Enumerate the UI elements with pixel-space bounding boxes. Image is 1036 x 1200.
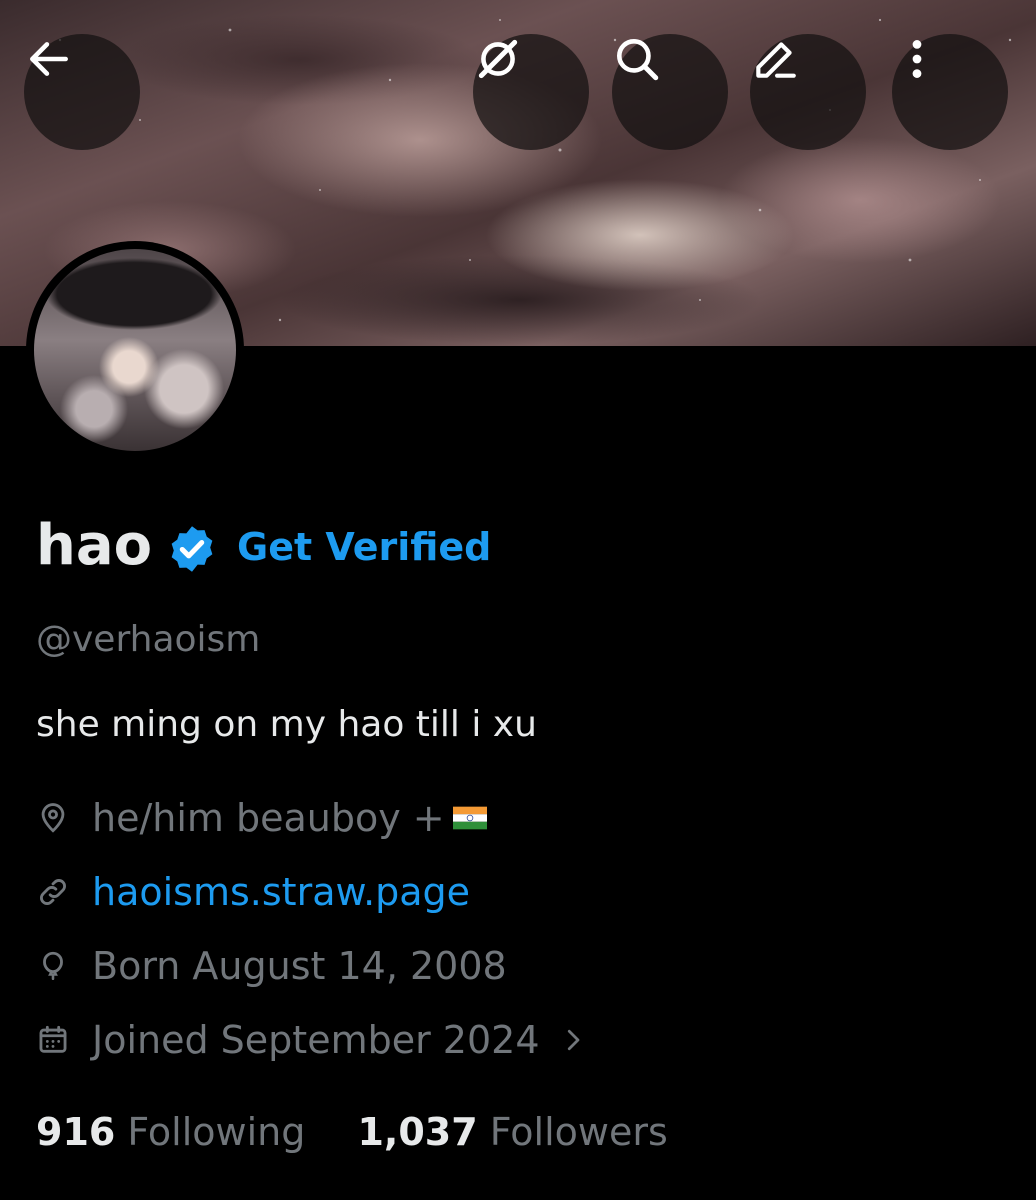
follow-stats: 916 Following 1,037 Followers [36, 1104, 708, 1160]
india-flag-emoji [452, 806, 487, 830]
link-icon [40, 879, 66, 905]
bio: she ming on my hao till i xu [36, 704, 537, 745]
verified-badge-icon [171, 526, 213, 572]
back-arrow-icon [30, 42, 68, 76]
followers-stat[interactable]: 1,037 Followers [357, 1110, 667, 1154]
chevron-right-icon [567, 1029, 579, 1051]
edit-button[interactable] [750, 34, 866, 150]
search-icon [617, 39, 659, 81]
calendar-icon [39, 1025, 67, 1053]
grok-button[interactable] [473, 34, 589, 150]
more-button[interactable] [892, 34, 1008, 150]
followers-count: 1,037 [357, 1110, 478, 1154]
website-row: haoisms.straw.page [36, 864, 470, 920]
birth-date: Born August 14, 2008 [92, 944, 507, 988]
more-vertical-icon [912, 40, 922, 78]
balloon-icon [43, 951, 63, 981]
edit-icon [756, 42, 796, 78]
location-row: he/him beauboy + [36, 790, 509, 846]
followers-label: Followers [489, 1110, 668, 1154]
following-label: Following [127, 1110, 306, 1154]
joined-row[interactable]: Joined September 2024 [36, 1012, 588, 1068]
search-button[interactable] [612, 34, 728, 150]
birthday-row: Born August 14, 2008 [36, 938, 507, 994]
avatar-image [34, 249, 236, 451]
joined-date: Joined September 2024 [92, 1018, 540, 1062]
back-button[interactable] [24, 34, 140, 150]
following-count: 916 [36, 1110, 116, 1154]
location-pin-icon [41, 803, 65, 833]
handle: @verhaoism [36, 619, 261, 660]
avatar[interactable] [26, 241, 244, 459]
website-link[interactable]: haoisms.straw.page [92, 864, 470, 920]
display-name: hao [36, 513, 153, 578]
grok-icon [478, 39, 518, 79]
following-stat[interactable]: 916 Following [36, 1110, 305, 1154]
get-verified-link[interactable]: Get Verified [237, 520, 491, 574]
location-text: he/him beauboy + [92, 796, 445, 840]
